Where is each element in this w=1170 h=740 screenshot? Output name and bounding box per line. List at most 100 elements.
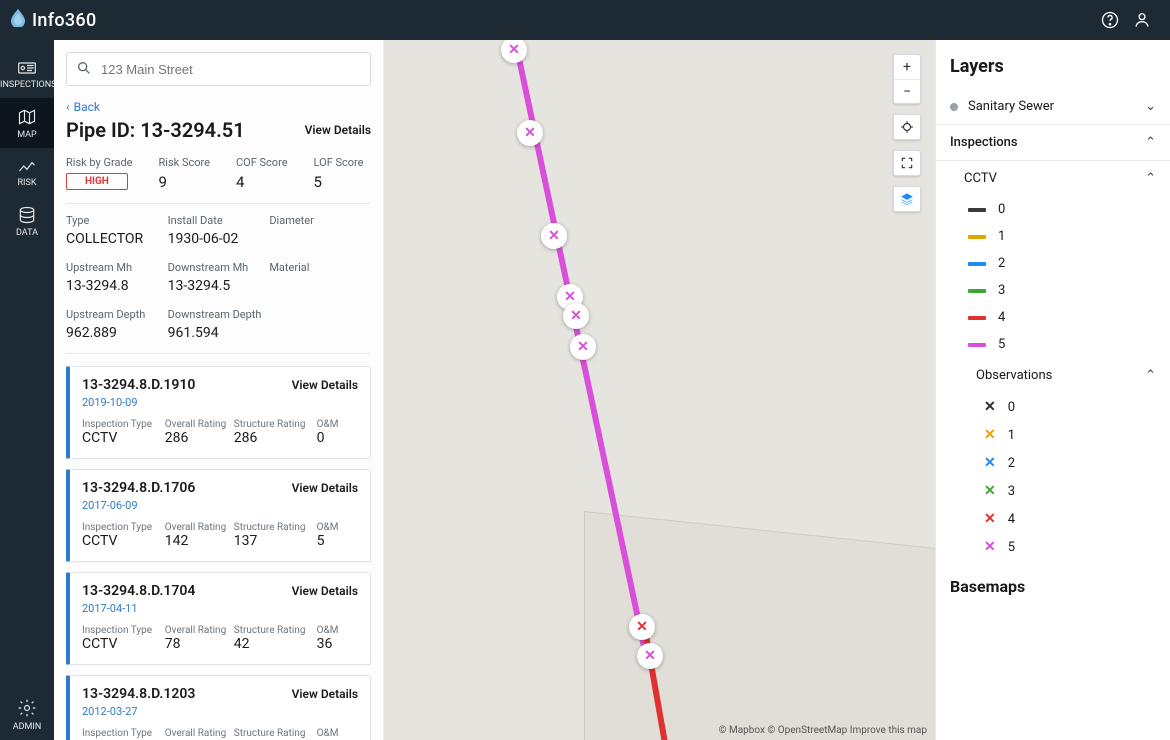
view-details-inspection[interactable]: View Details [292,584,358,598]
x-marker-icon: ✕ [548,228,560,244]
inspection-card[interactable]: 13-3294.8.D.1706 2017-06-09 View Details… [66,469,371,562]
search-input[interactable] [66,52,371,86]
insp-field-value: CCTV [82,636,165,652]
locate-button[interactable] [894,115,920,139]
legend-label: 5 [998,337,1005,352]
map-marker[interactable]: ✕ [637,643,663,669]
layer-dot-icon [950,103,958,111]
legend-label: 1 [1008,428,1015,443]
inspection-card[interactable]: 13-3294.8.D.1910 2019-10-09 View Details… [66,366,371,459]
insp-field-label: O&M [317,522,358,533]
insp-field-label: Inspection Type [82,728,165,739]
layer-sanitary-sewer[interactable]: Sanitary Sewer ⌄ [936,89,1170,124]
map-marker[interactable]: ✕ [517,120,543,146]
insp-field-value: 0 [317,430,358,446]
layer-observations[interactable]: Observations ⌃ [936,358,1170,393]
view-details-pipe[interactable]: View Details [305,123,371,137]
attr-value: 962.889 [66,325,168,341]
insp-field-label: O&M [317,419,358,430]
nav-item-risk[interactable]: RISK [0,148,54,196]
view-details-inspection[interactable]: View Details [292,481,358,495]
legend-item-cctv: 0 [936,196,1170,223]
nav-item-data[interactable]: DATA [0,196,54,246]
brand-logo: Info360 [10,9,96,31]
nav-item-label: ADMIN [0,722,54,732]
attr-value: 13-3294.5 [168,278,270,294]
risk-score-label: Risk Score [159,156,210,169]
legend-label: 4 [1008,512,1015,527]
insp-field-value: 36 [317,636,358,652]
inspection-title: 13-3294.8.D.1910 [82,377,195,393]
x-marker-icon: ✕ [524,125,536,141]
legend-swatch-line [968,262,986,266]
insp-field-label: Structure Rating [234,625,317,636]
back-label: Back [74,100,100,114]
map-canvas[interactable]: ✕✕✕✕✕✕✕✕ + − © Mapbox © OpenStreetMap Im… [384,40,935,740]
attr-value: 13-3294.8 [66,278,168,294]
legend-item-cctv: 2 [936,250,1170,277]
insp-field-label: O&M [317,728,358,739]
attr-label: Upstream Mh [66,261,168,274]
back-link[interactable]: ‹ Back [66,100,371,114]
insp-field-label: Inspection Type [82,419,165,430]
layer-inspections-section[interactable]: Inspections ⌃ [936,124,1170,161]
chevron-up-icon: ⌃ [1145,368,1156,383]
insp-field-value: 137 [234,533,317,549]
view-details-inspection[interactable]: View Details [292,687,358,701]
layers-heading: Layers [936,40,1170,89]
inspection-date: 2012-03-27 [82,705,195,718]
map-marker[interactable]: ✕ [570,334,596,360]
nav-item-admin[interactable]: ADMIN [0,688,54,740]
attr-label: Diameter [269,214,371,227]
insp-field-label: Overall Rating [165,419,234,430]
legend-item-cctv: 1 [936,223,1170,250]
inspection-date: 2017-04-11 [82,602,195,615]
layer-cctv[interactable]: CCTV ⌃ [936,161,1170,196]
map-marker[interactable]: ✕ [629,614,655,640]
help-icon[interactable] [1094,4,1126,36]
x-marker-icon: ✕ [984,511,996,527]
nav-item-map[interactable]: MAP [0,98,54,148]
legend-label: 4 [998,310,1005,325]
cof-score-value: 4 [236,173,288,191]
layers-toggle-button[interactable] [894,187,920,211]
nav-item-inspections[interactable]: INSPECTIONS [0,50,54,98]
insp-field-label: Structure Rating [234,419,317,430]
view-details-inspection[interactable]: View Details [292,378,358,392]
insp-field-value: 286 [165,430,234,446]
nav-rail: INSPECTIONS MAP RISK DATA ADMIN [0,40,54,740]
insp-field-value: 5 [317,533,358,549]
inspection-card[interactable]: 13-3294.8.D.1203 2012-03-27 View Details… [66,675,371,740]
insp-field-label: Overall Rating [165,522,234,533]
layers-panel: Layers Sanitary Sewer ⌄ Inspections ⌃ CC… [935,40,1170,740]
chevron-up-icon: ⌃ [1145,135,1156,150]
legend-label: 5 [1008,540,1015,555]
insp-field-label: Inspection Type [82,625,165,636]
x-marker-icon: ✕ [644,648,656,664]
zoom-in-button[interactable]: + [894,55,920,79]
x-marker-icon: ✕ [984,399,996,415]
legend-swatch-line [968,343,986,347]
map-attribution: © Mapbox © OpenStreetMap Improve this ma… [719,725,927,736]
legend-swatch-line [968,316,986,320]
attr-label: Downstream Mh [168,261,270,274]
map-marker[interactable]: ✕ [501,40,527,63]
zoom-out-button[interactable]: − [894,79,920,103]
legend-item-observation: ✕4 [936,505,1170,533]
legend-swatch-line [968,235,986,239]
fullscreen-button[interactable] [894,151,920,175]
pipe-title: Pipe ID: 13-3294.51 [66,118,245,142]
insp-field-value: CCTV [82,533,165,549]
legend-label: 0 [1008,400,1015,415]
map-marker[interactable]: ✕ [541,223,567,249]
insp-field-label: Overall Rating [165,728,234,739]
inspection-card[interactable]: 13-3294.8.D.1704 2017-04-11 View Details… [66,572,371,665]
map-marker[interactable]: ✕ [563,303,589,329]
account-icon[interactable] [1126,4,1158,36]
risk-grade-label: Risk by Grade [66,156,133,169]
attr-label: Material [269,261,371,274]
risk-grade-badge: HIGH [66,173,128,190]
insp-field-label: Inspection Type [82,522,165,533]
attr-value: COLLECTOR [66,231,168,247]
attr-label: Install Date [168,214,270,227]
